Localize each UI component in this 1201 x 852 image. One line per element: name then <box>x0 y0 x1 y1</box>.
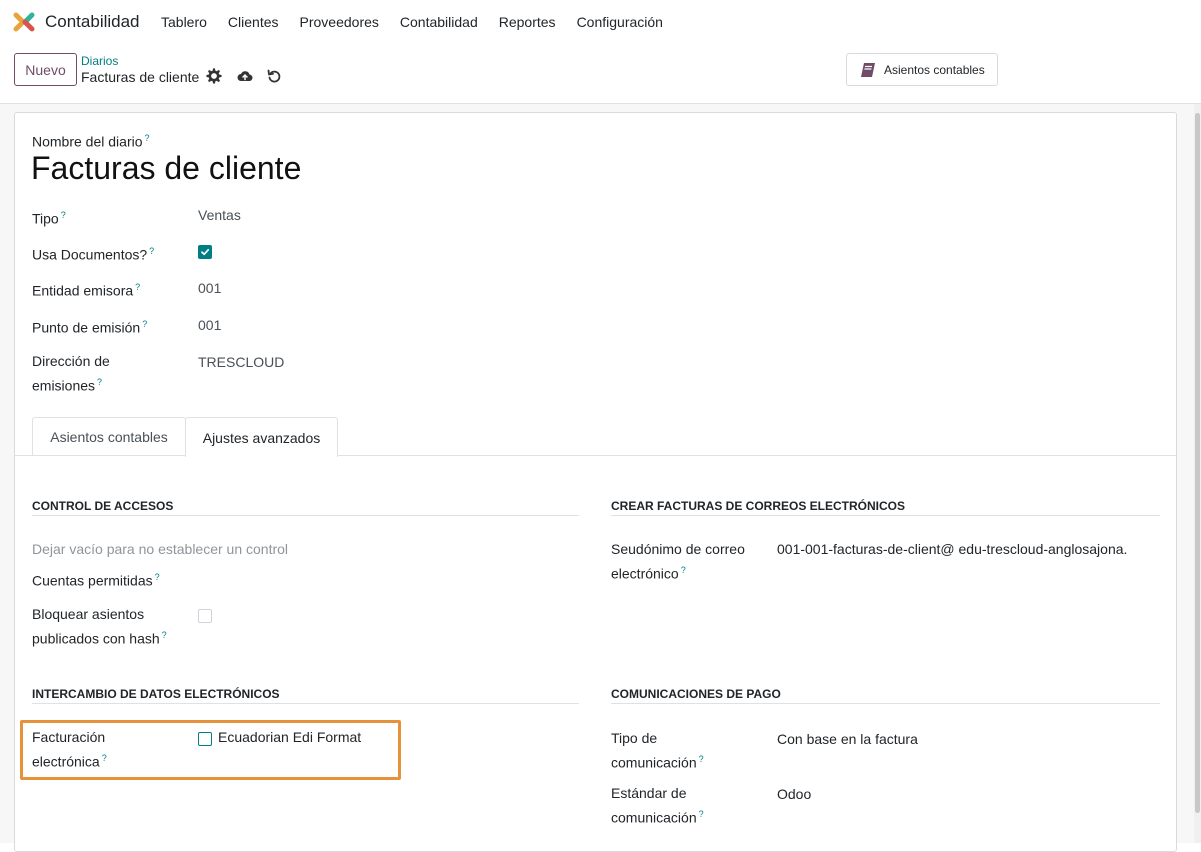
cloud-upload-icon[interactable] <box>237 68 253 84</box>
menu-reportes[interactable]: Reportes <box>499 14 556 30</box>
journal-entries-smart-button[interactable]: Asientos contables <box>846 53 998 86</box>
help-tooltip-icon[interactable]: ? <box>699 809 704 819</box>
lock-posted-checkbox[interactable] <box>198 609 212 623</box>
main-menu: Tablero Clientes Proveedores Contabilida… <box>161 14 684 30</box>
direccion-emisiones-label: Dirección de emisiones? <box>32 353 110 394</box>
communication-standard-label: Estándar de comunicación? <box>611 785 704 826</box>
breadcrumb-current: Facturas de cliente <box>81 69 200 85</box>
menu-clientes[interactable]: Clientes <box>228 14 279 30</box>
section-divider <box>611 515 1160 516</box>
help-tooltip-icon[interactable]: ? <box>162 630 167 640</box>
help-tooltip-icon[interactable]: ? <box>145 133 150 143</box>
highlight-annotation-box <box>20 720 401 780</box>
control-panel: Nuevo Diarios Facturas de cliente Asient… <box>0 44 1201 104</box>
book-icon <box>861 62 875 77</box>
help-tooltip-icon[interactable]: ? <box>135 282 140 292</box>
section-title-email-invoices: CREAR FACTURAS DE CORREOS ELECTRÓNICOS <box>611 499 906 513</box>
section-divider <box>611 703 1160 704</box>
section-divider <box>32 515 579 516</box>
help-tooltip-icon[interactable]: ? <box>142 319 147 329</box>
help-tooltip-icon[interactable]: ? <box>97 377 102 387</box>
usa-documentos-checkbox[interactable] <box>198 245 212 259</box>
direccion-emisiones-value[interactable]: TRESCLOUD <box>198 352 284 373</box>
journal-name-input[interactable]: Facturas de cliente <box>31 150 301 187</box>
help-tooltip-icon[interactable]: ? <box>149 246 154 256</box>
email-alias-input[interactable]: 001-001-facturas-de-client <box>777 541 940 557</box>
entidad-emisora-value[interactable]: 001 <box>198 278 221 299</box>
menu-proveedores[interactable]: Proveedores <box>300 14 379 30</box>
allowed-accounts-label: Cuentas permitidas? <box>32 572 160 589</box>
smart-button-label: Asientos contables <box>884 62 985 77</box>
section-title-access-control: CONTROL DE ACCESOS <box>32 499 174 513</box>
breadcrumb-diarios[interactable]: Diarios <box>81 54 118 68</box>
journal-name-label: Nombre del diario? <box>32 133 150 150</box>
punto-emision-label: Punto de emisión? <box>32 319 148 336</box>
section-title-payment: COMUNICACIONES DE PAGO <box>611 687 781 701</box>
menu-contabilidad[interactable]: Contabilidad <box>400 14 478 30</box>
communication-type-label: Tipo de comunicación? <box>611 730 704 771</box>
usa-documentos-label: Usa Documentos?? <box>32 246 155 263</box>
tipo-label: Tipo? <box>32 210 66 227</box>
communication-standard-value[interactable]: Odoo <box>777 784 811 805</box>
help-tooltip-icon[interactable]: ? <box>155 572 160 582</box>
entidad-emisora-label: Entidad emisora? <box>32 282 141 299</box>
communication-type-value[interactable]: Con base en la factura <box>777 729 918 750</box>
allowed-accounts-placeholder[interactable]: Dejar vacío para no establecer un contro… <box>32 541 288 557</box>
punto-emision-value[interactable]: 001 <box>198 315 221 336</box>
tipo-value[interactable]: Ventas <box>198 205 241 226</box>
menu-tablero[interactable]: Tablero <box>161 14 207 30</box>
tab-asientos-contables[interactable]: Asientos contables <box>32 417 186 456</box>
section-title-edi: INTERCAMBIO DE DATOS ELECTRÓNICOS <box>32 687 280 701</box>
checkmark-icon <box>201 248 210 256</box>
gear-icon[interactable] <box>206 68 222 84</box>
help-tooltip-icon[interactable]: ? <box>681 565 686 575</box>
help-tooltip-icon[interactable]: ? <box>61 210 66 220</box>
scrollbar-thumb[interactable] <box>1195 113 1200 813</box>
section-divider <box>32 703 579 704</box>
lock-posted-label: Bloquear asientos publicados con hash? <box>32 606 167 647</box>
accounting-app-icon[interactable] <box>13 11 35 33</box>
help-tooltip-icon[interactable]: ? <box>699 754 704 764</box>
app-name[interactable]: Contabilidad <box>45 12 140 32</box>
menu-configuracion[interactable]: Configuración <box>577 14 663 30</box>
email-alias-label: Seudónimo de correo electrónico? <box>611 541 745 582</box>
email-alias-domain: @ edu-trescloud-anglosajona. <box>940 541 1128 557</box>
email-alias-value: 001-001-facturas-de-client@ edu-tresclou… <box>777 539 1127 560</box>
tab-ajustes-avanzados[interactable]: Ajustes avanzados <box>185 417 338 457</box>
discard-undo-icon[interactable] <box>266 68 282 84</box>
top-navbar: Contabilidad Tablero Clientes Proveedore… <box>0 0 1201 44</box>
new-button[interactable]: Nuevo <box>14 53 77 86</box>
